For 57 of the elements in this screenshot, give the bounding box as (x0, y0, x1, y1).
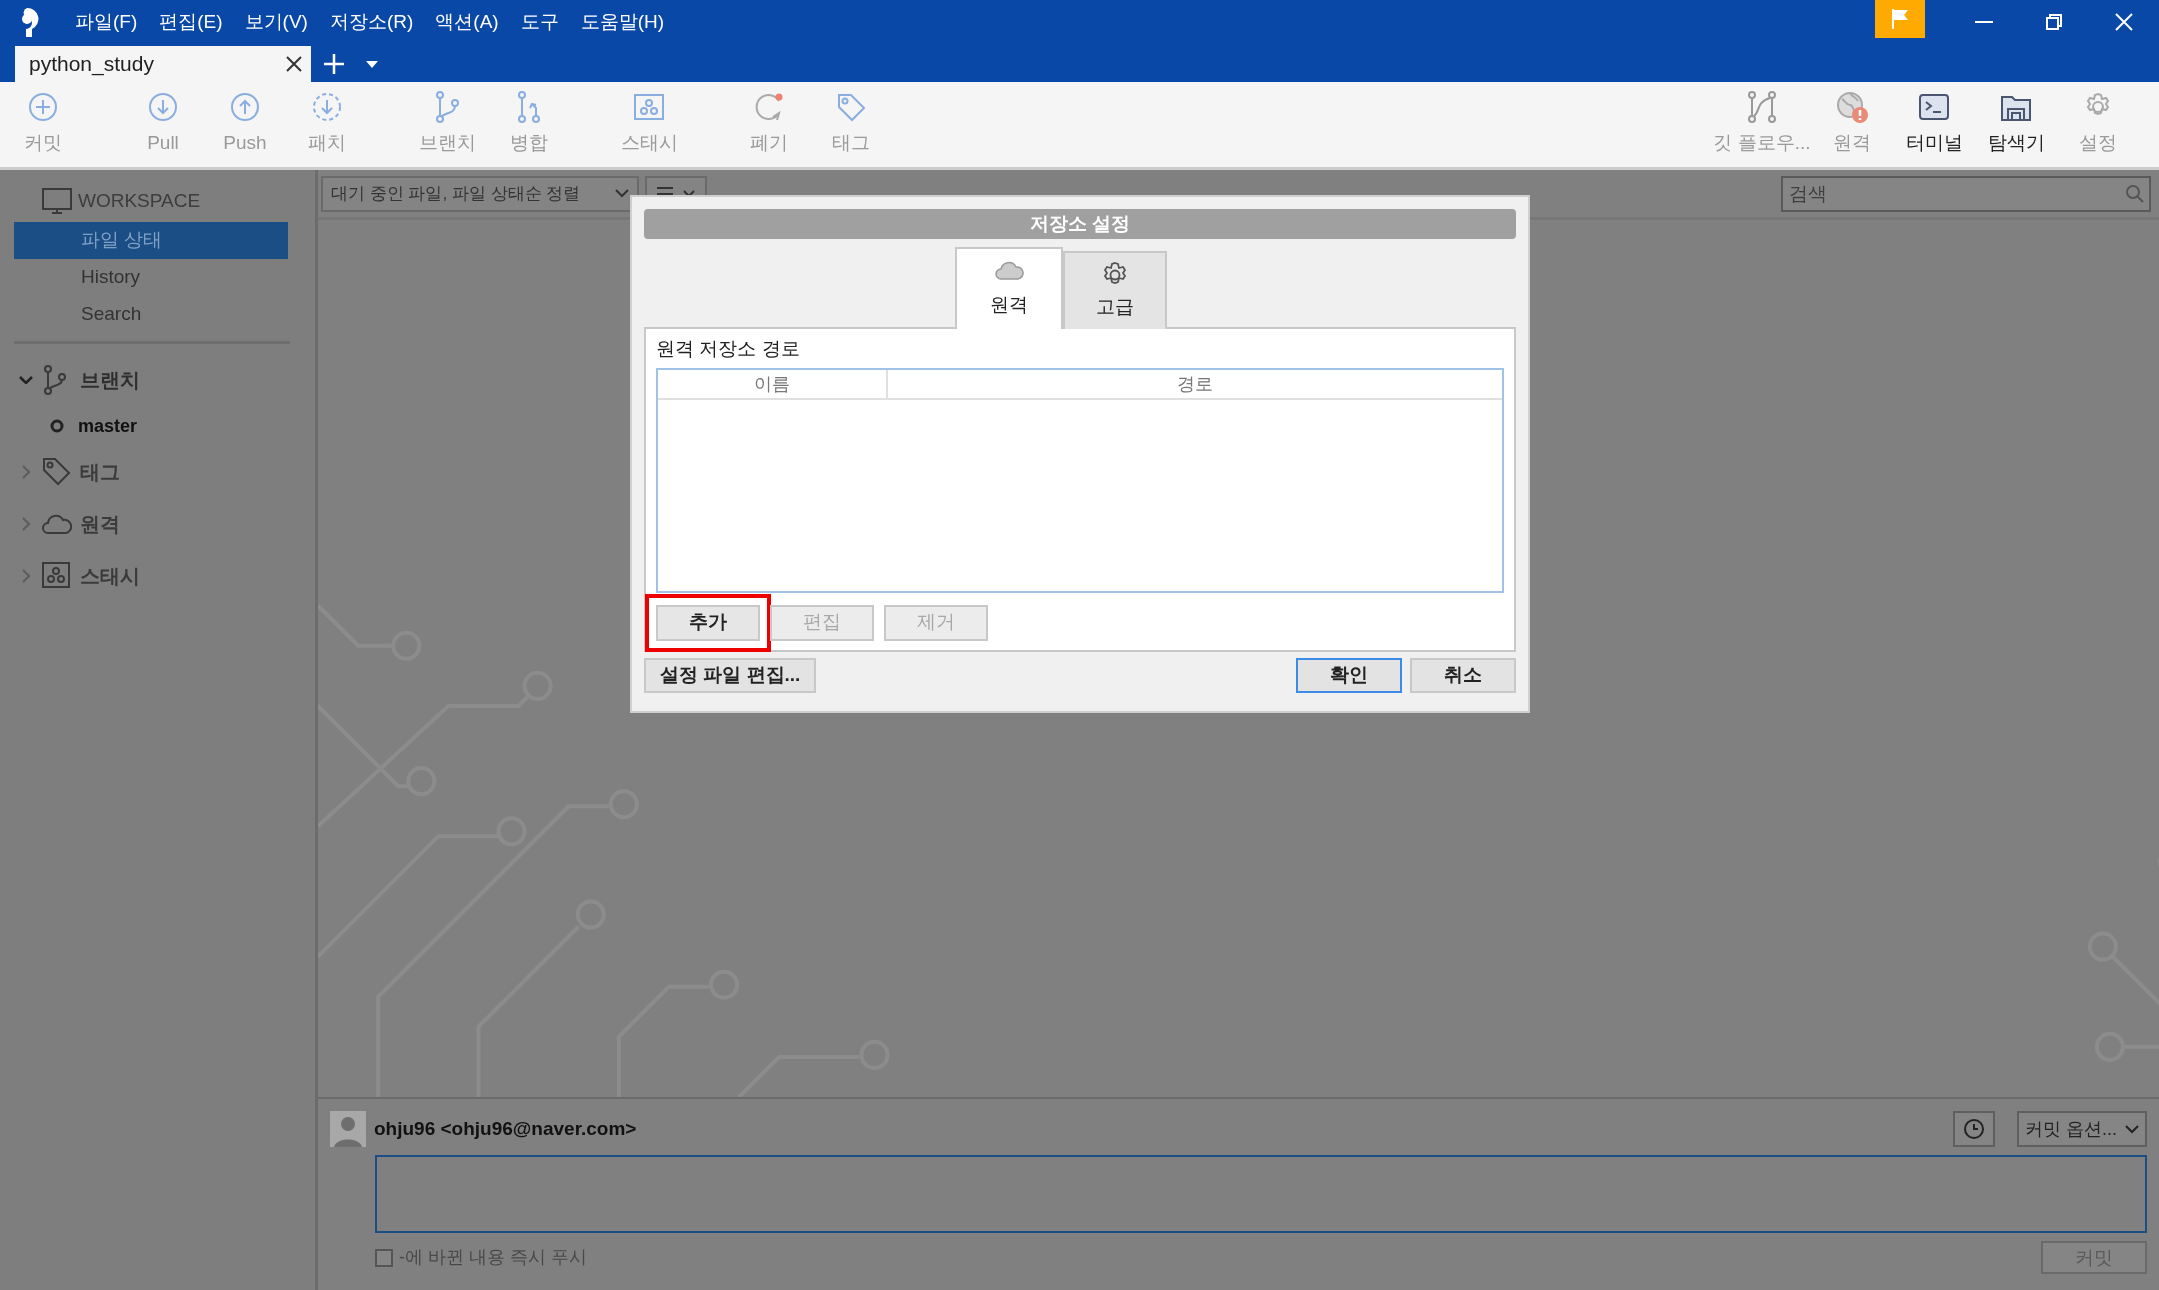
menu-item[interactable]: 도구 (509, 7, 570, 37)
menu-item[interactable]: 파일(F) (64, 7, 149, 37)
commit-options-dropdown[interactable]: 커밋 옵션... (2017, 1111, 2147, 1147)
stash-icon (42, 561, 72, 591)
branch-item[interactable]: master (78, 412, 138, 440)
sidebar-section[interactable]: 원격 (80, 509, 120, 539)
sidebar-section[interactable]: 스태시 (80, 561, 140, 591)
minimize-icon (1975, 21, 1993, 23)
sidebar-item[interactable]: Search (14, 296, 288, 333)
sidebar-section[interactable]: 브랜치 (80, 365, 140, 395)
dialog-button[interactable]: 확인 (1296, 658, 1402, 693)
sidebar-item[interactable]: 파일 상태 (14, 222, 288, 259)
menu-item[interactable]: 보기(V) (233, 7, 319, 37)
search-icon (2125, 183, 2145, 204)
toolbar-button[interactable]: 탐색기 (1975, 82, 2057, 167)
author-label: ohju96 <ohju96@naver.com> (374, 1116, 637, 1141)
dialog-tab[interactable]: 고급 (1063, 251, 1167, 329)
commit-message-field[interactable] (375, 1155, 2147, 1233)
menu-item[interactable]: 편집(E) (148, 7, 234, 37)
close-icon (285, 55, 303, 73)
plus-icon (323, 53, 345, 75)
section-label: 원격 저장소 경로 (656, 337, 801, 361)
edit-config-button[interactable]: 설정 파일 편집... (644, 658, 817, 693)
branch-dot-icon (50, 419, 64, 433)
restore-icon (2044, 12, 2064, 32)
dialog-tab[interactable]: 원격 (955, 247, 1063, 329)
menu-item[interactable]: 도움말(H) (569, 7, 676, 37)
workspace-heading: WORKSPACE (78, 188, 201, 213)
chevron-down-icon (2125, 1124, 2139, 1134)
filter-dropdown[interactable]: 대기 중인 파일, 파일 상태순 정렬 (321, 175, 639, 212)
monitor-icon (42, 188, 72, 214)
dialog-button[interactable]: 취소 (1410, 658, 1516, 693)
chevron-down-icon (683, 189, 695, 198)
chevron-down-icon (615, 189, 629, 198)
document-tab[interactable]: python_study (15, 46, 311, 82)
flag-icon (1890, 7, 1910, 31)
dialog-title: 저장소 설정 (644, 209, 1516, 239)
avatar-icon (330, 1111, 366, 1147)
caret-icon (365, 59, 379, 69)
globe-alert-icon (1836, 91, 1868, 124)
menu-item[interactable]: 액션(A) (424, 7, 510, 37)
history-button[interactable] (1953, 1111, 1995, 1147)
flow-icon (1746, 91, 1778, 124)
chevron-down-icon[interactable] (18, 376, 34, 384)
menu-item[interactable]: 저장소(R) (318, 7, 425, 37)
sidebar-section[interactable]: 태그 (80, 457, 120, 487)
column-header: 이름 (658, 369, 888, 398)
column-header: 경로 (1176, 372, 1214, 396)
clock-icon (1963, 1118, 1985, 1140)
sidebar-item[interactable]: History (14, 259, 288, 296)
push-checkbox[interactable]: -에 바뀐 내용 즉시 푸시 (375, 1244, 587, 1271)
search-field[interactable]: 검색 (1781, 175, 2151, 212)
tag-icon (835, 91, 867, 124)
close-icon (2114, 12, 2134, 32)
tag-icon (42, 457, 72, 487)
toolbar-button[interactable]: 터미널 (1893, 82, 1975, 167)
plus-circle-icon (27, 91, 59, 124)
